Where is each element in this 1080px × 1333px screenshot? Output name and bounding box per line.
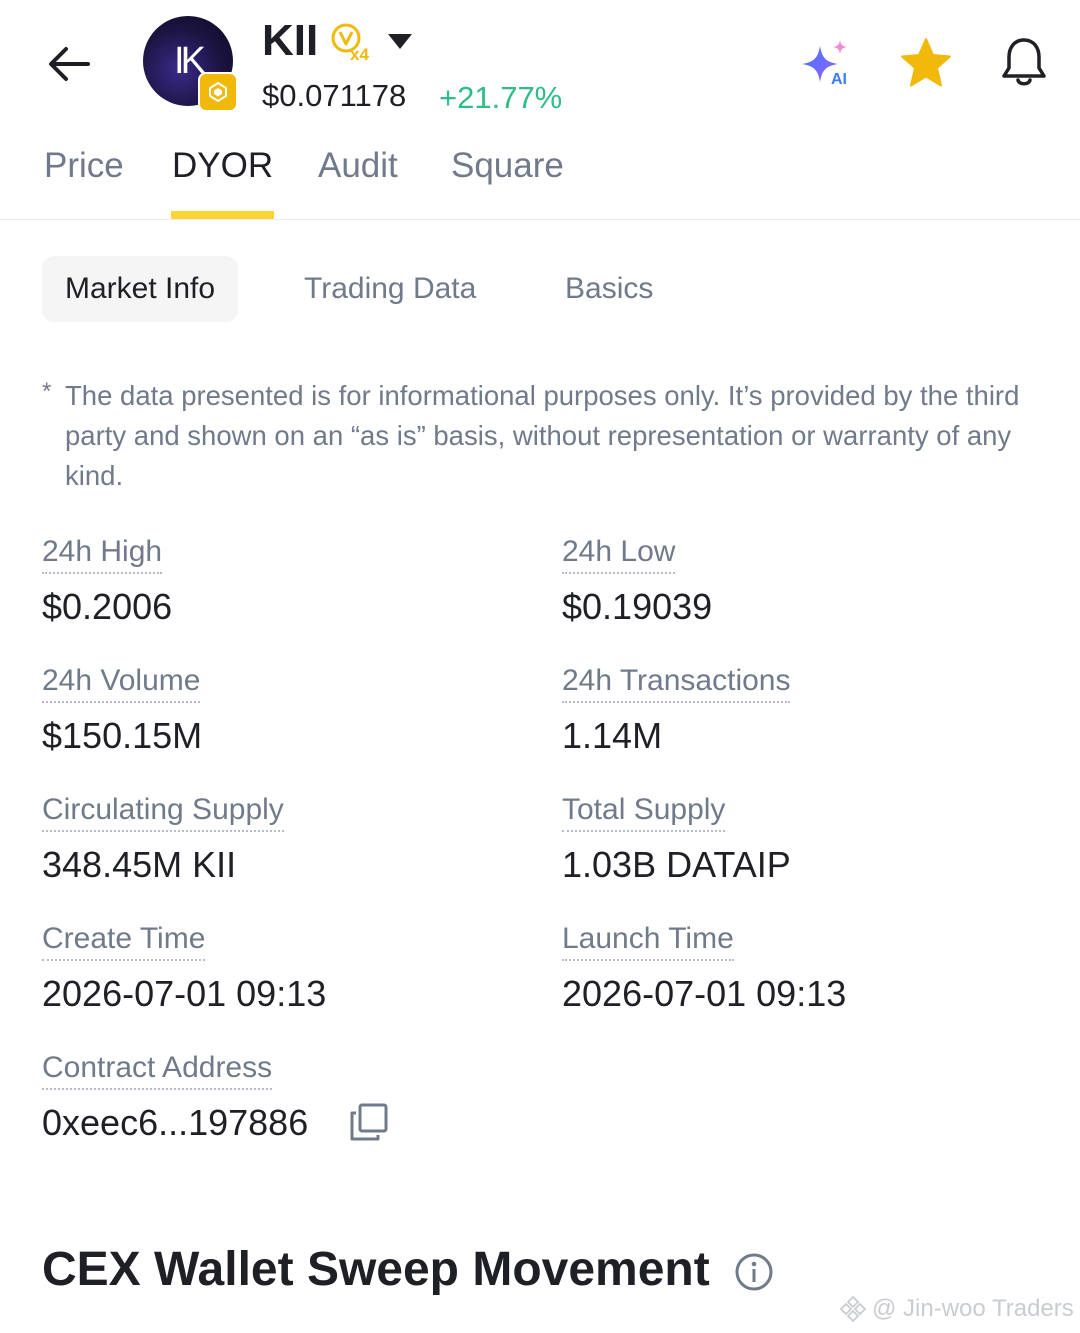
stat-label-total-supply[interactable]: Total Supply <box>562 792 726 832</box>
tab-dyor[interactable]: DYOR <box>172 146 273 186</box>
stat-label-circulating-supply[interactable]: Circulating Supply <box>42 792 284 832</box>
stat-label-24h-transactions[interactable]: 24h Transactions <box>562 663 791 703</box>
stat-value-24h-low: $0.19039 <box>562 586 713 627</box>
ai-sparkle-icon[interactable]: AI <box>800 38 856 88</box>
stat-label-create-time[interactable]: Create Time <box>42 921 206 961</box>
watermark: @ Jin-woo Traders <box>838 1294 1074 1324</box>
stat-value-24h-high: $0.2006 <box>42 586 173 627</box>
stat-value-circulating-supply: 348.45M KII <box>42 844 237 885</box>
stat-label-24h-volume[interactable]: 24h Volume <box>42 663 201 703</box>
info-icon[interactable] <box>734 1252 774 1292</box>
stat-value-contract-address: 0xeec6...197886 <box>42 1102 309 1143</box>
tab-square[interactable]: Square <box>451 146 564 186</box>
stat-value-create-time: 2026-07-01 09:13 <box>42 973 327 1014</box>
stat-value-launch-time: 2026-07-01 09:13 <box>562 973 847 1014</box>
binance-logo-icon <box>839 1295 867 1323</box>
v-badge-icon: x4 <box>330 22 376 64</box>
dropdown-caret-icon[interactable] <box>386 32 414 52</box>
tabs-divider <box>0 219 1080 220</box>
tab-price[interactable]: Price <box>44 146 124 186</box>
section-title: CEX Wallet Sweep Movement <box>42 1243 710 1296</box>
copy-icon[interactable] <box>348 1101 390 1143</box>
bnb-glyph-icon <box>209 81 227 103</box>
active-tab-indicator <box>171 211 274 219</box>
stat-label-24h-high[interactable]: 24h High <box>42 534 163 574</box>
stat-label-contract-address[interactable]: Contract Address <box>42 1050 273 1090</box>
star-icon[interactable] <box>898 36 954 92</box>
disclaimer-mark: * <box>42 378 52 405</box>
price-change: +21.77% <box>439 80 563 115</box>
token-price: $0.071178 <box>262 78 407 113</box>
disclaimer-text: The data presented is for informational … <box>65 380 1020 491</box>
stat-value-24h-volume: $150.15M <box>42 715 203 756</box>
v-badge-multiplier: x4 <box>350 45 369 62</box>
token-symbol: KII <box>262 16 319 65</box>
bell-icon[interactable] <box>996 34 1052 90</box>
stat-value-total-supply: 1.03B DATAIP <box>562 844 791 885</box>
svg-text:AI: AI <box>831 71 847 88</box>
stat-label-24h-low[interactable]: 24h Low <box>562 534 676 574</box>
stat-label-launch-time[interactable]: Launch Time <box>562 921 734 961</box>
subtab-basics[interactable]: Basics <box>565 256 653 322</box>
stat-value-24h-transactions: 1.14M <box>562 715 663 756</box>
bnb-chain-icon <box>198 72 238 112</box>
watermark-text: @ Jin-woo Traders <box>872 1295 1074 1322</box>
back-arrow-icon[interactable] <box>44 38 96 90</box>
subtab-trading-data[interactable]: Trading Data <box>304 256 476 322</box>
subtab-market-info[interactable]: Market Info <box>42 256 239 322</box>
tab-audit[interactable]: Audit <box>318 146 398 186</box>
